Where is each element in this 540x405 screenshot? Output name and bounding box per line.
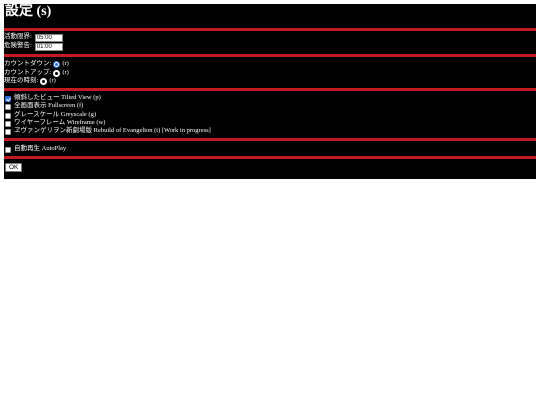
danger-label: 危険警告: — [4, 42, 32, 50]
autoplay-label: 自動再生 AutoPlay — [14, 145, 67, 153]
divider — [4, 54, 536, 57]
current-time-key: (r) — [49, 77, 56, 85]
autoplay-checkbox[interactable] — [5, 146, 11, 153]
page-title: 設定 (s) — [5, 4, 52, 19]
countup-radio[interactable] — [53, 70, 61, 77]
ok-button[interactable]: OK — [5, 163, 23, 172]
countdown-radio[interactable] — [53, 61, 61, 68]
countdown-label: カウントダウン: — [4, 60, 52, 68]
current-time-row: 現在の時刻: (r) — [4, 77, 56, 86]
tilted-view-checkbox[interactable] — [5, 95, 11, 102]
activity-limit-row: 活動限界: — [4, 33, 63, 42]
divider — [4, 138, 536, 141]
divider — [4, 28, 536, 31]
divider — [4, 156, 536, 159]
fullscreen-checkbox[interactable] — [5, 103, 11, 110]
option-row[interactable]: ヱヴァンゲリヲン新劇場版 Rebuild of Evangelion (t) [… — [4, 127, 211, 136]
activity-limit-label: 活動限界: — [4, 33, 32, 41]
autoplay-row[interactable]: 自動再生 AutoPlay — [4, 145, 66, 154]
option-label: ヱヴァンゲリヲン新劇場版 Rebuild of Evangelion (t) [… — [14, 127, 211, 135]
danger-row: 危険警告: — [4, 42, 63, 51]
settings-panel: 設定 (s) 活動限界: 危険警告: カウントダウン: (r) カウントアップ:… — [4, 4, 536, 179]
rebuild-checkbox[interactable] — [5, 128, 11, 135]
greyscale-checkbox[interactable] — [5, 112, 11, 119]
current-time-radio[interactable] — [40, 78, 48, 85]
countdown-row: カウントダウン: (r) — [4, 60, 69, 69]
current-time-label: 現在の時刻: — [4, 77, 39, 85]
countdown-key: (r) — [62, 60, 69, 68]
activity-limit-input[interactable] — [34, 33, 63, 42]
danger-input[interactable] — [34, 42, 63, 51]
option-row[interactable]: 全画面表示 Fullscreen (f) — [4, 102, 83, 111]
countup-key: (r) — [62, 69, 69, 77]
wireframe-checkbox[interactable] — [5, 120, 11, 127]
option-label: 全画面表示 Fullscreen (f) — [14, 102, 84, 110]
divider — [4, 88, 536, 91]
